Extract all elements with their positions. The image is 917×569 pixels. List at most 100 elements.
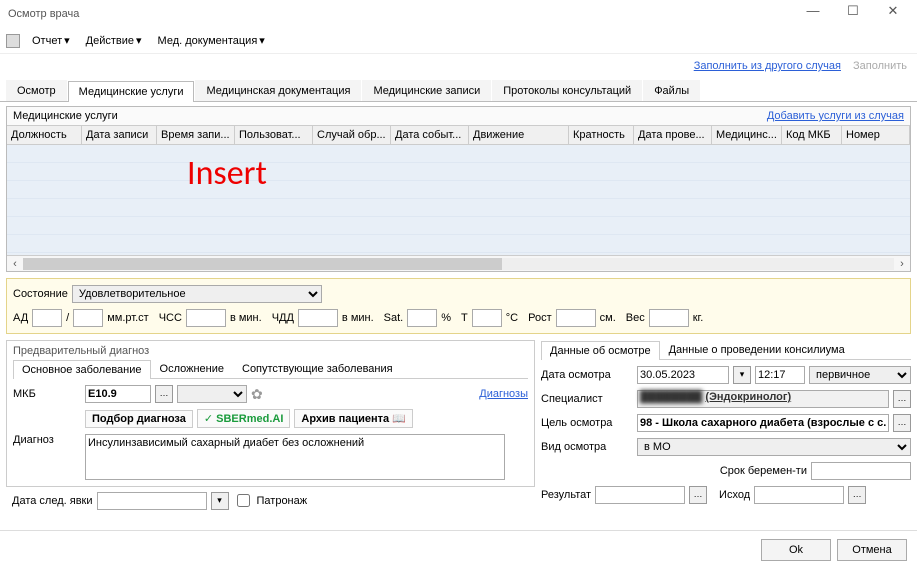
col-vremya[interactable]: Время запи... (157, 126, 235, 144)
mkb-input[interactable] (85, 385, 151, 403)
result-input[interactable] (595, 486, 685, 504)
subtab-soput[interactable]: Сопутствующие заболевания (233, 359, 402, 378)
next-visit-calendar-icon[interactable]: ▾ (211, 492, 229, 510)
subtab-main[interactable]: Основное заболевание (13, 360, 151, 379)
sat-input[interactable] (407, 309, 437, 327)
spec-label: Специалист (541, 393, 633, 405)
rost-input[interactable] (556, 309, 596, 327)
tab-services[interactable]: Медицинские услуги (68, 81, 195, 102)
t-input[interactable] (472, 309, 502, 327)
col-polzovatel[interactable]: Пользоват... (235, 126, 313, 144)
menubar: Отчет ▾ Действие ▾ Мед. документация ▾ (0, 28, 917, 54)
col-dolzhnost[interactable]: Должность (7, 126, 82, 144)
add-services-link[interactable]: Добавить услуги из случая (767, 110, 904, 122)
tab-protocols[interactable]: Протоколы консультаций (492, 80, 642, 101)
result-lookup-button[interactable]: … (689, 486, 707, 504)
col-kod-mkb[interactable]: Код МКБ (782, 126, 842, 144)
maximize-icon[interactable]: ☐ (833, 3, 873, 25)
scroll-thumb[interactable] (23, 258, 502, 270)
view-combo[interactable]: в МО (637, 438, 911, 456)
col-meditsins[interactable]: Медицинс... (712, 126, 782, 144)
scroll-left-icon[interactable]: ‹ (7, 258, 23, 270)
services-hscroll[interactable]: ‹ › (7, 255, 910, 271)
mkb-lookup-button[interactable]: … (155, 385, 173, 403)
chdd-input[interactable] (298, 309, 338, 327)
close-icon[interactable]: ✕ (873, 3, 913, 25)
primary-combo[interactable]: первичное (809, 366, 911, 384)
book-icon: 📖 (392, 413, 406, 425)
podbor-button[interactable]: Подбор диагноза (85, 410, 193, 428)
ad-dia-input[interactable] (73, 309, 103, 327)
chevron-down-icon: ▾ (259, 34, 265, 47)
menu-action[interactable]: Действие ▾ (82, 32, 146, 49)
window-title: Осмотр врача (4, 8, 793, 20)
ishod-lookup-button[interactable]: … (848, 486, 866, 504)
scroll-right-icon[interactable]: › (894, 258, 910, 270)
diag-textarea[interactable]: Инсулинзависимый сахарный диабет без осл… (85, 434, 505, 480)
view-label: Вид осмотра (541, 441, 633, 453)
pre-diag-title: Предварительный диагноз (13, 345, 528, 357)
minimize-icon[interactable]: — (793, 3, 833, 25)
exam-time-input[interactable] (755, 366, 805, 384)
col-nomer[interactable]: Номер (842, 126, 910, 144)
tab-osmotr[interactable]: Осмотр (6, 80, 67, 101)
tab-records[interactable]: Медицинские записи (362, 80, 491, 101)
goal-lookup-button[interactable]: … (893, 414, 911, 432)
tab-exam-data[interactable]: Данные об осмотре (541, 341, 660, 360)
menu-meddoc[interactable]: Мед. документация ▾ (154, 32, 269, 49)
col-data-prove[interactable]: Дата прове... (634, 126, 712, 144)
archive-button[interactable]: Архив пациента 📖 (294, 409, 413, 428)
services-grid-header: Должность Дата записи Время запи... Поль… (7, 125, 910, 145)
ok-button[interactable]: Ok (761, 539, 831, 561)
state-label: Состояние (13, 288, 68, 300)
ishod-input[interactable] (754, 486, 844, 504)
chevron-down-icon: ▾ (64, 34, 70, 47)
ves-input[interactable] (649, 309, 689, 327)
window-titlebar: Осмотр врача — ☐ ✕ (0, 0, 917, 28)
goal-label: Цель осмотра (541, 417, 633, 429)
spec-field: ████████ (Эндокринолог) (637, 390, 889, 408)
chss-input[interactable] (186, 309, 226, 327)
patronazh-label: Патронаж (257, 495, 308, 507)
tab-exam-council[interactable]: Данные о проведении консилиума (660, 340, 854, 359)
chevron-down-icon: ▾ (136, 34, 142, 47)
patronazh-checkbox[interactable] (237, 494, 250, 507)
tab-meddoc[interactable]: Медицинская документация (195, 80, 361, 101)
col-kratnost[interactable]: Кратность (569, 126, 634, 144)
diag-label: Диагноз (13, 434, 81, 446)
subtab-compl[interactable]: Осложнение (151, 359, 233, 378)
services-grid-body[interactable]: Insert (7, 145, 910, 255)
insert-overlay: Insert (187, 153, 267, 194)
ribbon-icon: ✿ (251, 386, 263, 403)
col-data-zapisi[interactable]: Дата записи (82, 126, 157, 144)
services-panel-title: Медицинские услуги (13, 110, 118, 122)
col-dvizhenie[interactable]: Движение (469, 126, 569, 144)
fill-from-case-link[interactable]: Заполнить из другого случая (694, 60, 841, 72)
calendar-icon[interactable]: ▾ (733, 366, 751, 384)
ad-label: АД (13, 312, 28, 324)
tab-files[interactable]: Файлы (643, 80, 700, 101)
diagnozy-link[interactable]: Диагнозы (479, 388, 528, 400)
main-tabs: Осмотр Медицинские услуги Медицинская до… (0, 80, 917, 102)
col-data-sobyt[interactable]: Дата событ... (391, 126, 469, 144)
goal-input[interactable] (637, 414, 889, 432)
col-sluchai[interactable]: Случай обр... (313, 126, 391, 144)
next-visit-date[interactable] (97, 492, 207, 510)
mkb-label: МКБ (13, 388, 81, 400)
state-combo[interactable]: Удовлетворительное (72, 285, 322, 303)
spec-lookup-button[interactable]: … (893, 390, 911, 408)
result-label: Результат (541, 489, 591, 501)
save-icon[interactable] (6, 34, 20, 48)
exam-date-label: Дата осмотра (541, 369, 633, 381)
sbermed-button[interactable]: ✓ SBERmed.AI (197, 409, 291, 428)
pre-diag-fieldset: Предварительный диагноз Основное заболев… (6, 340, 535, 487)
preg-input[interactable] (811, 462, 911, 480)
exam-date-input[interactable] (637, 366, 729, 384)
services-panel: Медицинские услуги Добавить услуги из сл… (6, 106, 911, 272)
mkb-extra-combo[interactable] (177, 385, 247, 403)
fill-link: Заполнить (853, 60, 907, 72)
ad-sys-input[interactable] (32, 309, 62, 327)
menu-report[interactable]: Отчет ▾ (28, 32, 74, 49)
cancel-button[interactable]: Отмена (837, 539, 907, 561)
next-visit-label: Дата след. явки (12, 495, 93, 507)
